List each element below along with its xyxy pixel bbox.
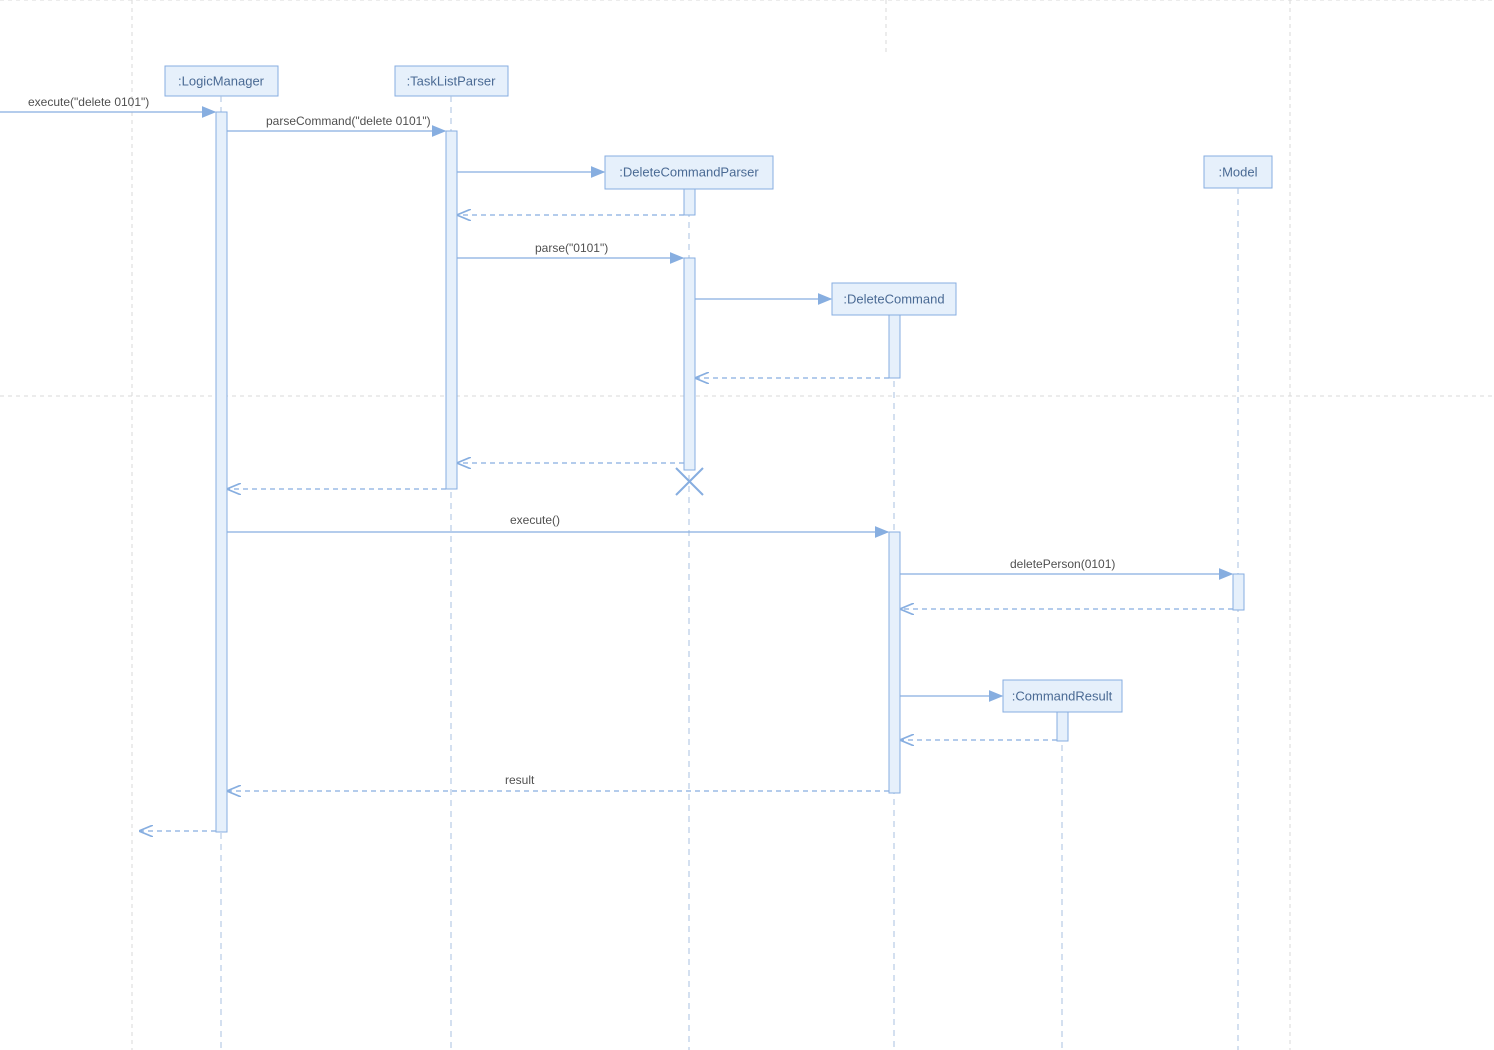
label-delete-command-parser: :DeleteCommandParser xyxy=(619,164,759,179)
msg-label-parse: parse("0101") xyxy=(535,241,608,255)
label-logic-manager: :LogicManager xyxy=(178,73,265,88)
label-task-list-parser: :TaskListParser xyxy=(407,73,497,88)
activation-logic-manager xyxy=(216,112,227,832)
activation-task-list-parser xyxy=(446,131,457,489)
label-command-result: :CommandResult xyxy=(1012,688,1113,703)
activation-model xyxy=(1233,574,1244,610)
activation-command-result xyxy=(1057,712,1068,741)
label-delete-command: :DeleteCommand xyxy=(843,291,944,306)
msg-label-parse-command: parseCommand("delete 0101") xyxy=(266,114,431,128)
msg-label-execute-in: execute("delete 0101") xyxy=(28,95,149,109)
activation-delete-command-1 xyxy=(889,315,900,378)
sequence-diagram: :LogicManager :TaskListParser :DeleteCom… xyxy=(0,0,1494,1050)
msg-label-result: result xyxy=(505,773,535,787)
label-model: :Model xyxy=(1218,164,1257,179)
activation-delete-command-parser-1 xyxy=(684,189,695,215)
msg-label-delete-person: deletePerson(0101) xyxy=(1010,557,1115,571)
activation-delete-command-parser-2 xyxy=(684,258,695,470)
msg-label-execute: execute() xyxy=(510,513,560,527)
activation-delete-command-2 xyxy=(889,532,900,793)
